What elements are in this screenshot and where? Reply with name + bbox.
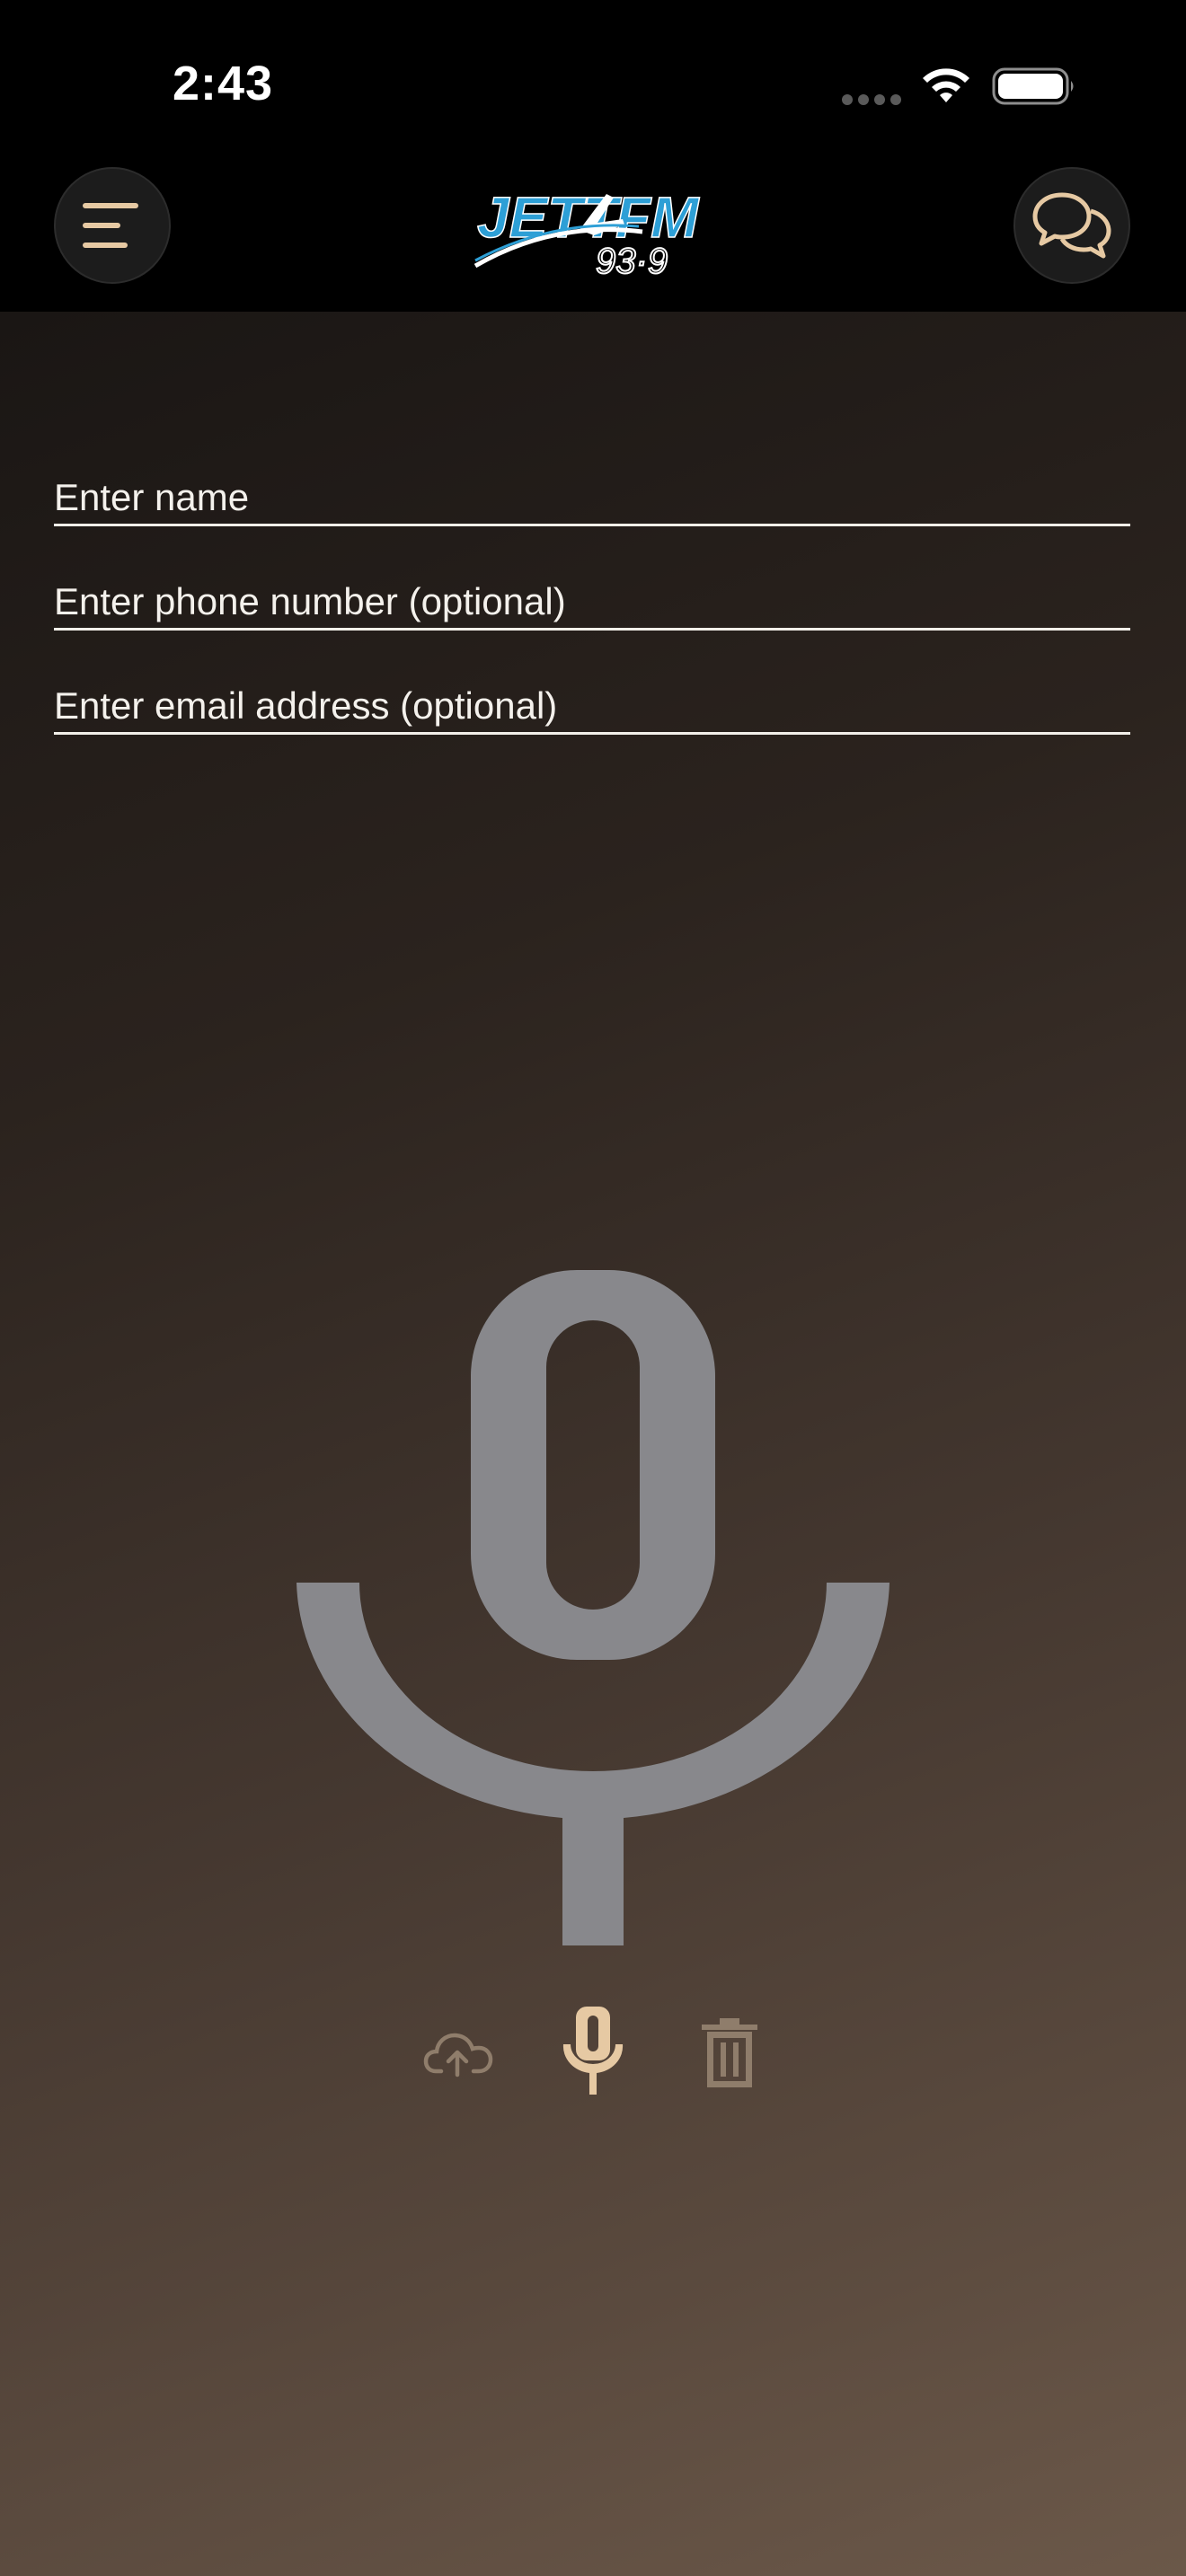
trash-icon [702,2018,757,2087]
upload-button[interactable] [420,2016,496,2091]
phone-input[interactable] [54,577,1130,627]
email-field-container [54,681,1130,735]
svg-text:93·9: 93·9 [596,242,668,281]
menu-button[interactable] [54,167,171,284]
chat-bubbles-icon [1032,192,1111,259]
cloud-upload-icon [423,2033,493,2078]
phone-field-container [54,577,1130,631]
chat-button[interactable] [1013,167,1130,284]
microphone-icon [562,2007,624,2095]
status-time: 2:43 [173,57,274,110]
wifi-icon [923,68,969,102]
top-bar: 2:43 JETT FM 93·9 [0,0,1186,312]
battery-icon [992,67,1074,105]
signal-dots-icon [842,94,901,105]
name-input[interactable] [54,472,1130,523]
menu-lines-icon [83,203,138,248]
station-logo: JETT FM 93·9 [474,184,701,282]
record-button[interactable] [555,1999,631,2100]
microphone-icon [296,1270,890,1945]
voice-message-screen: 2:43 JETT FM 93·9 Enter name Enter phone… [0,0,1186,2576]
svg-text:FM: FM [615,185,700,250]
email-input[interactable] [54,681,1130,731]
delete-button[interactable] [692,2016,767,2091]
name-field-container [54,472,1130,526]
